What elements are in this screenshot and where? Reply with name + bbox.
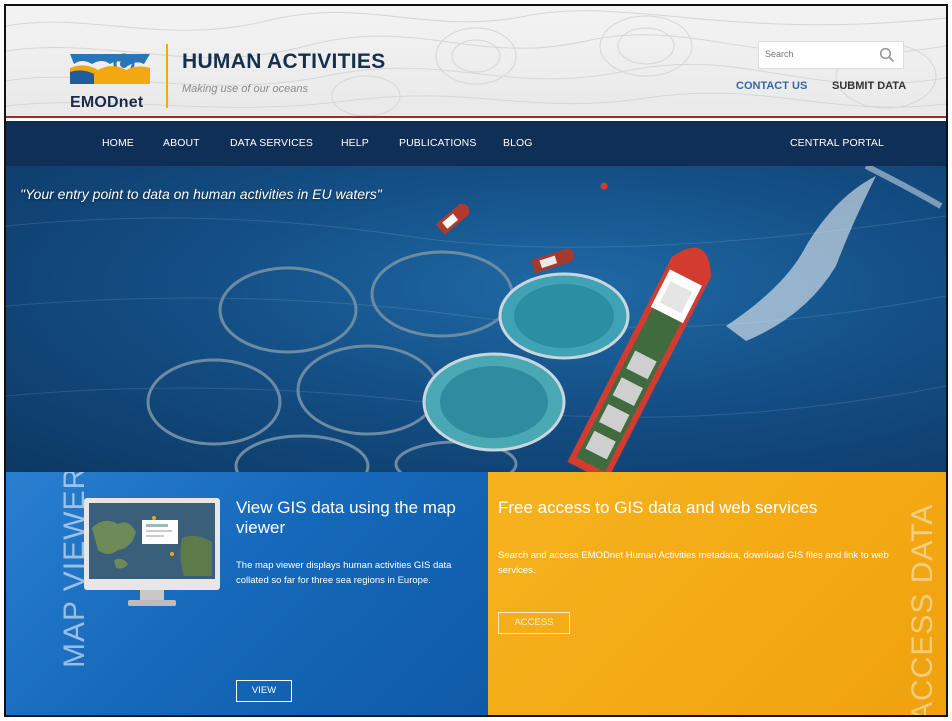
search-box[interactable] <box>758 41 904 69</box>
search-icon[interactable] <box>879 47 895 63</box>
nav-item-data-services[interactable]: DATA SERVICES <box>230 137 313 149</box>
site-header: EMODnet HUMAN ACTIVITIES Making use of o… <box>6 6 946 118</box>
access-button[interactable]: ACCESS <box>498 612 570 634</box>
map-viewer-title: View GIS data using the map viewer <box>236 498 456 537</box>
page-frame: EMODnet HUMAN ACTIVITIES Making use of o… <box>4 4 948 717</box>
logo-text: EMODnet <box>70 94 144 111</box>
contact-us-link[interactable]: CONTACT US <box>736 80 807 92</box>
site-title[interactable]: HUMAN ACTIVITIES <box>182 50 386 74</box>
nav-item-about[interactable]: ABOUT <box>163 137 200 149</box>
submit-data-link[interactable]: SUBMIT DATA <box>832 80 906 92</box>
hero-banner: "Your entry point to data on human activ… <box>6 166 946 472</box>
aquaculture-photo <box>6 166 946 472</box>
map-viewer-panel: MAP VIEWER View GIS data using the map v… <box>6 472 488 715</box>
nav-item-home[interactable]: HOME <box>102 137 134 149</box>
monitor-icon <box>84 498 220 606</box>
access-data-panel: Free access to GIS data and web services… <box>488 472 946 717</box>
nav-item-central-portal[interactable]: CENTRAL PORTAL <box>790 137 884 149</box>
access-data-title: Free access to GIS data and web services <box>498 498 818 517</box>
access-data-vertical-label: ACCESS DATA <box>906 503 939 717</box>
nav-item-blog[interactable]: BLOG <box>503 137 533 149</box>
site-tagline: Making use of our oceans <box>182 83 308 95</box>
search-input[interactable] <box>765 49 875 59</box>
main-navigation: HOME ABOUT DATA SERVICES HELP PUBLICATIO… <box>6 121 946 166</box>
header-divider <box>6 116 946 118</box>
hero-quote: "Your entry point to data on human activ… <box>20 186 382 202</box>
nav-item-publications[interactable]: PUBLICATIONS <box>399 137 476 149</box>
logo-separator <box>166 44 168 108</box>
map-viewer-description: The map viewer displays human activities… <box>236 560 452 586</box>
access-data-description: Search and access EMODnet Human Activiti… <box>498 550 889 576</box>
view-button[interactable]: VIEW <box>236 680 292 702</box>
nav-item-help[interactable]: HELP <box>341 137 369 149</box>
